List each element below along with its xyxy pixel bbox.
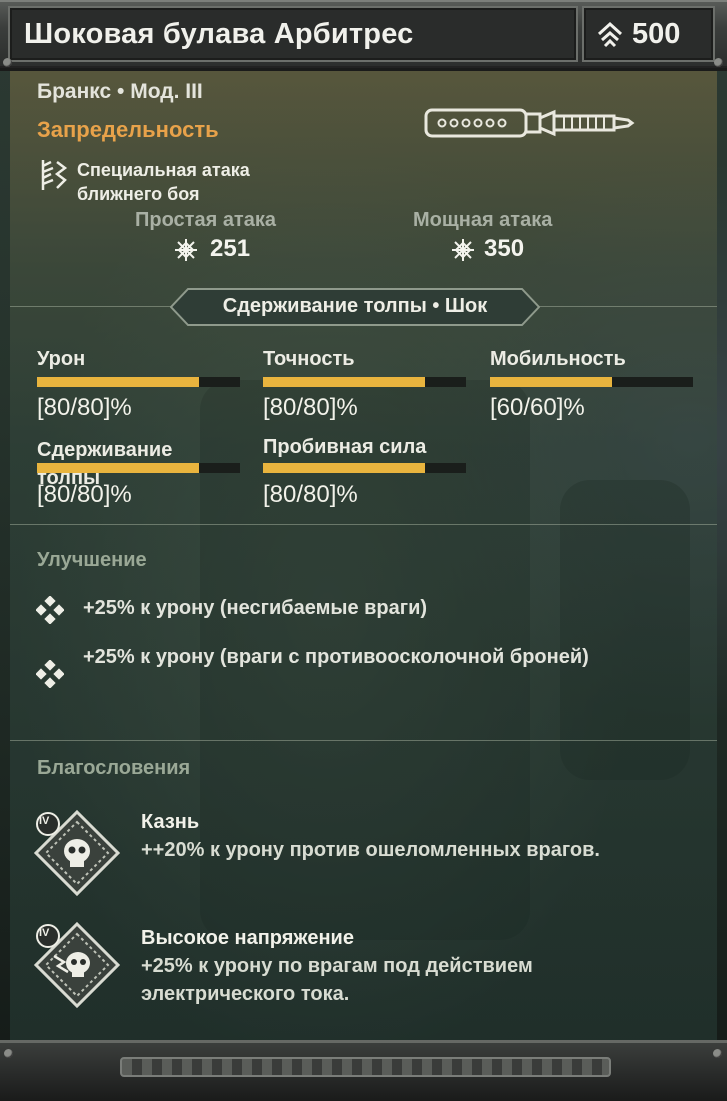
stat-bar-fill [263, 377, 426, 387]
stat-label: Точность [263, 348, 355, 370]
stat-bar [490, 377, 693, 387]
blessing-tier-badge: IV [39, 815, 50, 827]
light-attack-label: Простая атака [135, 209, 276, 231]
blessing-tier-badge: IV [39, 927, 50, 939]
stat-label: Мобильность [490, 348, 626, 370]
blessing-name: Высокое напряжение [141, 927, 354, 949]
stat-bar [263, 377, 466, 387]
upgrades-title: Улучшение [37, 549, 147, 571]
perk-diamond-icon [35, 595, 65, 628]
blessing-name: Казнь [141, 811, 200, 833]
item-cost: 500 [632, 18, 681, 50]
stat-bar-fill [490, 377, 612, 387]
stat-value: [80/80]% [37, 394, 132, 421]
shock-maul-weapon-icon [420, 98, 640, 152]
rivet [714, 58, 723, 67]
attack-type: Специальная атака ближнего боя [77, 160, 250, 204]
stat-bar [37, 377, 240, 387]
stat-label: Пробивная сила [263, 436, 427, 458]
upgrade-chevrons-icon [596, 20, 624, 52]
stat-bar-fill [37, 377, 200, 387]
light-attack-value: 251 [210, 235, 251, 262]
stat-value: [80/80]% [263, 481, 358, 508]
rivet [3, 58, 12, 67]
rivet [713, 1049, 722, 1058]
special-attack-icon [37, 158, 69, 196]
blessing-desc: +25% к урону по врагам под действием эле… [141, 955, 533, 1005]
profile-banner: Сдерживание толпы • Шок [170, 288, 540, 326]
stat-bar [37, 463, 240, 473]
heavy-attack-value: 350 [484, 235, 525, 262]
cost-frame: 500 [582, 6, 715, 62]
stat-bar-fill [37, 463, 200, 473]
stat-value: [80/80]% [263, 394, 358, 421]
blessings-title: Благословения [37, 757, 191, 779]
heavy-attack-label: Мощная атака [413, 209, 553, 231]
divider [10, 524, 717, 525]
stat-value: [80/80]% [37, 481, 132, 508]
divider [10, 740, 717, 741]
stat-bar-fill [263, 463, 426, 473]
upgrade-perk: +25% к урону (враги с противоосколочной … [83, 646, 589, 668]
stat-value: [60/60]% [490, 394, 585, 421]
tooltip-footer [0, 1040, 727, 1101]
footer-ornament [120, 1057, 611, 1077]
tooltip-header: Шоковая булава Арбитрес 500 [0, 0, 727, 71]
profile-banner-text: Сдерживание толпы • Шок [222, 295, 488, 317]
item-meta: Бранкс • Мод. III [37, 80, 203, 103]
item-rarity: Запредельность [37, 117, 219, 142]
heavy-attack-icon [451, 238, 475, 266]
light-attack-icon [174, 238, 198, 266]
blessing-desc: ++20% к урону против ошеломленных врагов… [141, 839, 600, 861]
item-title: Шоковая булава Арбитрес [24, 18, 414, 50]
perk-diamond-icon [35, 659, 65, 692]
stat-label: Урон [37, 348, 86, 370]
upgrade-perk: +25% к урону (несгибаемые враги) [83, 597, 428, 619]
stat-bar [263, 463, 466, 473]
rivet [4, 1049, 13, 1058]
title-frame: Шоковая булава Арбитрес [8, 6, 578, 62]
